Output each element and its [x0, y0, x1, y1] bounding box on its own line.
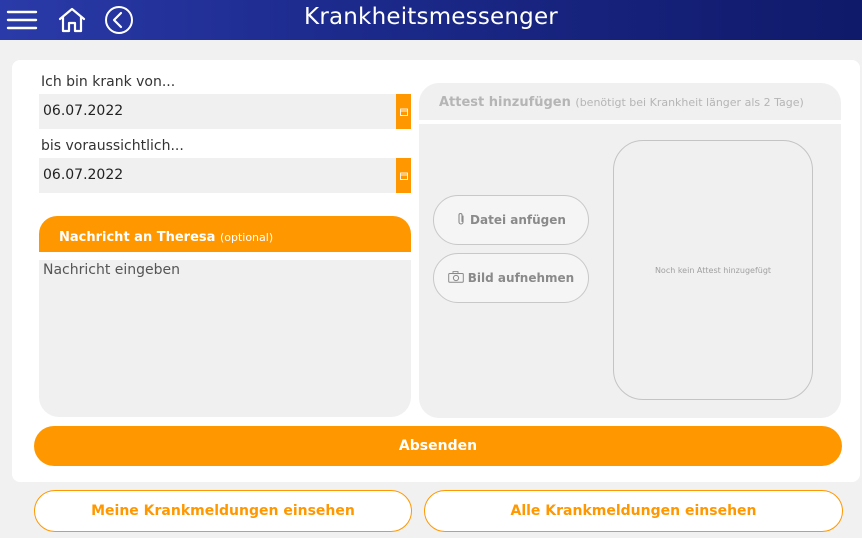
message-heading-note: (optional) — [219, 231, 274, 244]
message-placeholder: Nachricht eingeben — [43, 262, 181, 278]
take-photo-label: Bild aufnehmen — [467, 271, 575, 285]
all-reports-button[interactable]: Alle Krankmeldungen einsehen — [424, 490, 843, 532]
paperclip-icon — [456, 212, 466, 229]
calendar-icon[interactable] — [396, 158, 411, 193]
attest-preview: Noch kein Attest hinzugefügt — [613, 140, 813, 400]
from-date-field[interactable]: 06.07.2022 — [39, 94, 411, 129]
camera-icon — [447, 270, 464, 286]
submit-button[interactable]: Absenden — [34, 426, 842, 466]
attach-file-button[interactable]: Datei anfügen — [433, 195, 589, 245]
attest-heading-text: Attest hinzufügen — [439, 95, 571, 110]
my-reports-button[interactable]: Meine Krankmeldungen einsehen — [34, 490, 412, 532]
until-date-label: bis voraussichtlich... — [41, 138, 184, 154]
attest-heading-note: (benötigt bei Krankheit länger als 2 Tag… — [575, 96, 804, 109]
from-date-value: 06.07.2022 — [43, 103, 124, 119]
message-heading: Nachricht an Theresa (optional) — [39, 216, 411, 252]
message-heading-text: Nachricht an Theresa — [59, 230, 216, 245]
until-date-field[interactable]: 06.07.2022 — [39, 158, 411, 193]
take-photo-button[interactable]: Bild aufnehmen — [433, 253, 589, 303]
calendar-icon[interactable] — [396, 94, 411, 129]
attest-heading: Attest hinzufügen (benötigt bei Krankhei… — [419, 83, 841, 120]
page-title: Krankheitsmessenger — [304, 4, 558, 30]
app-header: Krankheitsmessenger — [0, 0, 862, 40]
attach-file-label: Datei anfügen — [470, 213, 566, 227]
from-date-label: Ich bin krank von... — [41, 74, 176, 90]
until-date-value: 06.07.2022 — [43, 167, 124, 183]
message-input[interactable]: Nachricht eingeben — [39, 260, 411, 417]
attest-preview-empty: Noch kein Attest hinzugefügt — [654, 265, 772, 275]
